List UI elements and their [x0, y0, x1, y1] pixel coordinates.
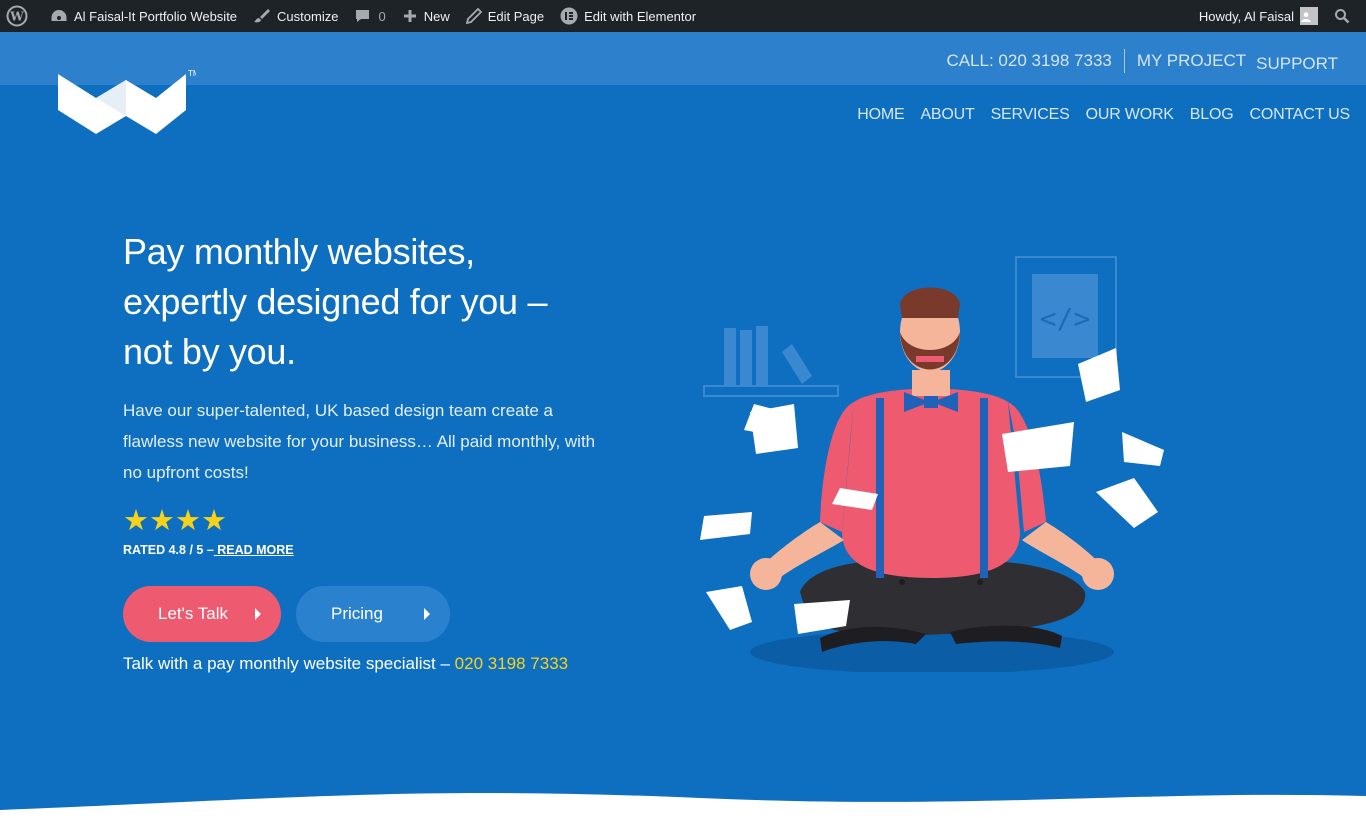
- headline-line-2: expertly designed for you –: [123, 281, 548, 322]
- nav-contact-us[interactable]: CONTACT US: [1249, 106, 1350, 124]
- comment-bubble-icon: [356, 10, 370, 22]
- edit-page-label: Edit Page: [487, 8, 545, 24]
- section-wave-divider: [0, 793, 1366, 818]
- my-account-menu[interactable]: Howdy, Al Faisal: [1191, 0, 1326, 32]
- lead-line-1: Have our super-talented, UK based design…: [123, 401, 553, 420]
- star-icon: ★: [175, 505, 201, 537]
- comments-link[interactable]: 0: [346, 0, 393, 32]
- lead-line-2: flawless new website for your business… …: [123, 432, 596, 451]
- hero-headline: Pay monthly websites, expertly designed …: [123, 227, 643, 377]
- rating-text: RATED 4.8 / 5 – READ MORE: [123, 543, 294, 557]
- top-contact-bar: CALL: 020 3198 7333 MY PROJECT SUPPORT: [0, 32, 1366, 85]
- wordpress-logo-icon[interactable]: W: [0, 0, 42, 32]
- paintbrush-icon: [254, 9, 271, 23]
- star-icon: ★: [201, 505, 227, 537]
- lets-talk-label: Let's Talk: [158, 604, 229, 623]
- rating-stars: ★ ★ ★ ★: [123, 506, 227, 536]
- main-navigation: HOME ABOUT SERVICES OUR WORK BLOG CONTAC…: [841, 106, 1350, 124]
- caret-right-icon: [255, 608, 261, 620]
- svg-text:W: W: [9, 10, 24, 24]
- lead-line-3: no upfront costs!: [123, 463, 249, 482]
- search-icon[interactable]: [1326, 0, 1366, 32]
- star-icon: ★: [149, 505, 175, 537]
- wp-admin-bar: W Al Faisal-It Portfolio Website Customi…: [0, 0, 1366, 32]
- nav-our-work[interactable]: OUR WORK: [1086, 106, 1174, 124]
- call-phone-link[interactable]: CALL: 020 3198 7333: [946, 49, 1125, 73]
- star-icon: ★: [123, 505, 149, 537]
- site-name-label: Al Faisal-It Portfolio Website: [74, 8, 238, 24]
- svg-text:</>: </>: [1040, 302, 1091, 335]
- my-project-link[interactable]: MY PROJECT: [1137, 49, 1246, 73]
- meditating-man-illustration: </>: [700, 256, 1164, 672]
- hero-lead-text: Have our super-talented, UK based design…: [123, 395, 613, 488]
- support-link[interactable]: SUPPORT: [1256, 52, 1338, 76]
- headline-line-3: not by you.: [123, 331, 296, 372]
- site-name-menu[interactable]: Al Faisal-It Portfolio Website: [42, 0, 245, 32]
- read-more-link[interactable]: READ MORE: [214, 543, 293, 557]
- nav-services[interactable]: SERVICES: [991, 106, 1070, 124]
- specialist-line: Talk with a pay monthly website speciali…: [123, 654, 568, 674]
- nav-blog[interactable]: BLOG: [1190, 106, 1234, 124]
- specialist-text: Talk with a pay monthly website speciali…: [123, 654, 450, 673]
- elementor-icon: [560, 7, 578, 25]
- nav-home[interactable]: HOME: [857, 106, 904, 124]
- dashboard-icon: [51, 10, 67, 21]
- hero-section: CALL: 020 3198 7333 MY PROJECT SUPPORT T…: [0, 32, 1366, 818]
- new-content-link[interactable]: New: [394, 0, 458, 32]
- nav-about[interactable]: ABOUT: [920, 106, 974, 124]
- customize-label: Customize: [277, 8, 339, 24]
- pricing-button[interactable]: Pricing: [296, 586, 450, 642]
- lets-talk-button[interactable]: Let's Talk: [123, 586, 281, 642]
- top-contact-links: CALL: 020 3198 7333 MY PROJECT SUPPORT: [946, 46, 1338, 76]
- edit-elementor-link[interactable]: Edit with Elementor: [552, 0, 704, 32]
- plus-icon: [403, 10, 416, 22]
- admin-bar-right: Howdy, Al Faisal: [1191, 0, 1366, 32]
- site-logo[interactable]: TM: [56, 68, 200, 145]
- pencil-icon: [465, 8, 482, 24]
- edit-elementor-label: Edit with Elementor: [584, 8, 697, 24]
- avatar: [1300, 7, 1318, 25]
- specialist-phone-link[interactable]: 020 3198 7333: [450, 654, 568, 673]
- admin-bar-left: W Al Faisal-It Portfolio Website Customi…: [0, 0, 704, 32]
- rating-label: RATED 4.8 / 5 –: [123, 543, 214, 557]
- howdy-label: Howdy, Al Faisal: [1198, 8, 1294, 24]
- comments-count: 0: [378, 8, 386, 24]
- customize-link[interactable]: Customize: [245, 0, 346, 32]
- edit-page-link[interactable]: Edit Page: [458, 0, 552, 32]
- headline-line-1: Pay monthly websites,: [123, 231, 475, 272]
- new-label: New: [423, 8, 450, 24]
- svg-text:TM: TM: [188, 69, 196, 78]
- pricing-label: Pricing: [331, 604, 383, 623]
- caret-right-icon: [424, 608, 430, 620]
